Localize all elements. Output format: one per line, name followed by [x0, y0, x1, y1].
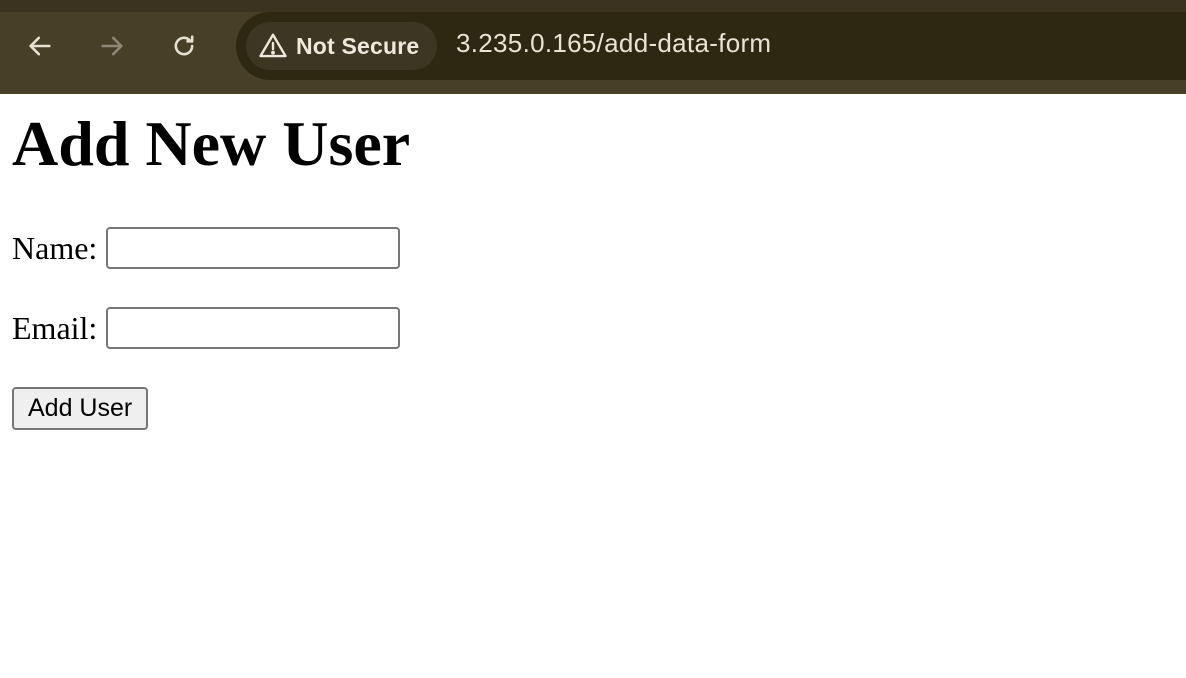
page-title: Add New User: [12, 108, 411, 179]
forward-button[interactable]: [94, 28, 130, 64]
name-input[interactable]: [106, 227, 401, 269]
back-button[interactable]: [22, 28, 58, 64]
address-bar[interactable]: Not Secure 3.235.0.165/add-data-form: [236, 12, 1186, 80]
add-user-button[interactable]: Add User: [12, 387, 149, 430]
name-row: Name:: [12, 227, 401, 269]
reload-icon: [174, 35, 194, 56]
arrow-right-icon: [101, 36, 123, 56]
window-top-strip: [0, 0, 1186, 12]
email-input[interactable]: [106, 307, 401, 349]
name-label: Name:: [12, 229, 98, 266]
warning-triangle-icon: [259, 33, 287, 58]
page-content: Add New User Name: Email: Add User: [0, 94, 1186, 678]
email-label: Email:: [12, 309, 98, 346]
arrow-left-icon: [29, 36, 51, 56]
email-row: Email:: [12, 307, 401, 349]
security-indicator[interactable]: Not Secure: [246, 22, 438, 70]
url-text[interactable]: 3.235.0.165/add-data-form: [456, 28, 771, 59]
browser-toolbar: Not Secure 3.235.0.165/add-data-form: [0, 0, 1186, 94]
security-label: Not Secure: [296, 32, 420, 59]
reload-button[interactable]: [166, 28, 202, 64]
